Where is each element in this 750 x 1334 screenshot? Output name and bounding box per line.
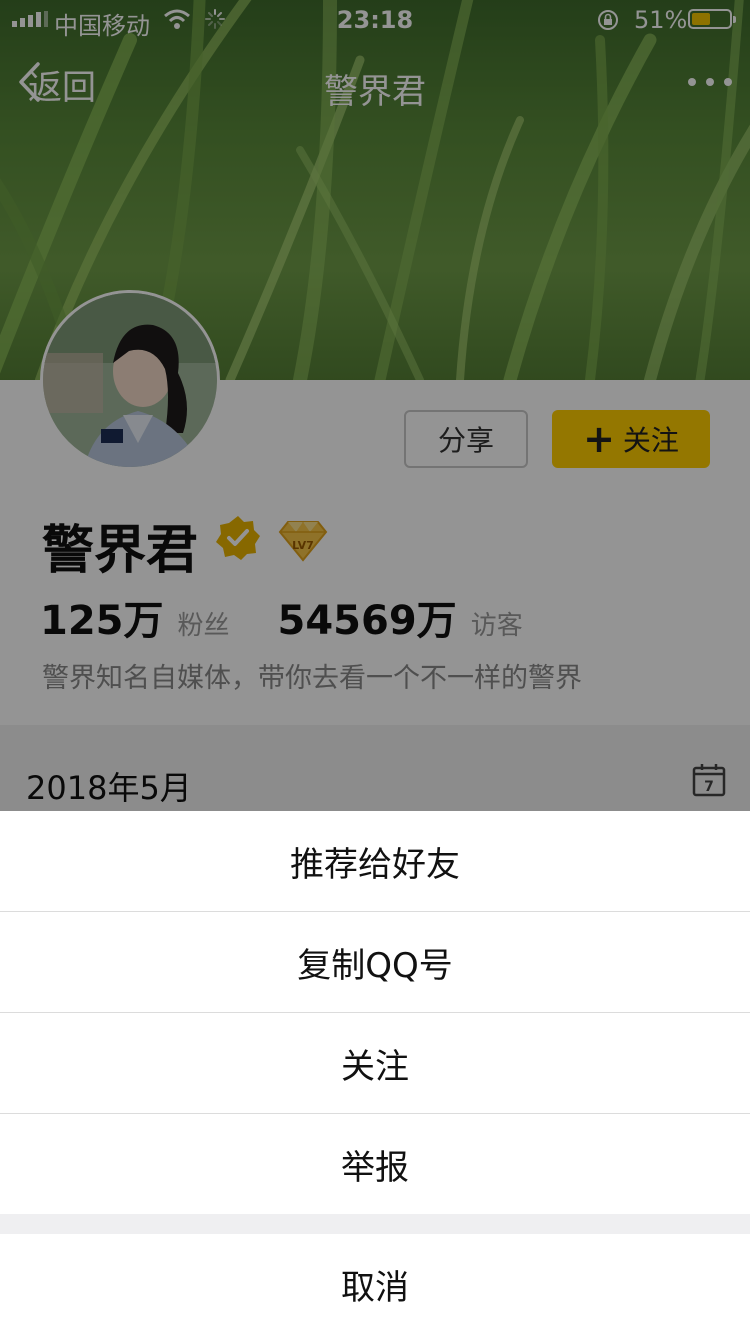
action-recommend-to-friend[interactable]: 推荐给好友: [0, 811, 750, 911]
cancel-label: 取消: [341, 1267, 409, 1308]
action-copy-qq[interactable]: 复制QQ号: [0, 912, 750, 1012]
action-report[interactable]: 举报: [0, 1114, 750, 1214]
action-label: 推荐给好友: [290, 844, 460, 885]
action-label: 举报: [341, 1147, 409, 1188]
action-sheet: 推荐给好友 复制QQ号 关注 举报 取消: [0, 811, 750, 1334]
action-follow[interactable]: 关注: [0, 1013, 750, 1113]
cancel-button[interactable]: 取消: [0, 1234, 750, 1334]
action-label: 关注: [341, 1046, 409, 1087]
action-label: 复制QQ号: [297, 945, 453, 986]
